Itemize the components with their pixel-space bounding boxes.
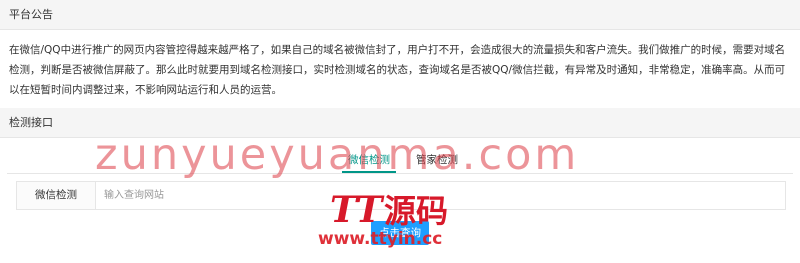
notice-header: 平台公告	[0, 0, 800, 30]
notice-title: 平台公告	[9, 8, 53, 21]
tab-guanjia-check[interactable]: 管家检测	[410, 151, 464, 171]
notice-body: 在微信/QQ中进行推广的网页内容管控得越来越严格了，如果自己的域名被微信封了，用…	[0, 31, 800, 108]
checker-title: 检测接口	[9, 116, 53, 129]
checker-header: 检测接口	[0, 108, 800, 138]
tab-wechat-check[interactable]: 微信检测	[342, 151, 396, 173]
url-field-label: 微信检测	[17, 182, 96, 209]
notice-text: 在微信/QQ中进行推广的网页内容管控得越来越严格了，如果自己的域名被微信封了，用…	[9, 44, 786, 96]
url-input[interactable]	[96, 182, 785, 209]
url-form-row: 微信检测	[16, 181, 786, 210]
tabs-divider	[7, 173, 793, 174]
query-button[interactable]: 点击查询	[371, 221, 429, 245]
checker-tabs: 微信检测 管家检测	[0, 151, 800, 173]
